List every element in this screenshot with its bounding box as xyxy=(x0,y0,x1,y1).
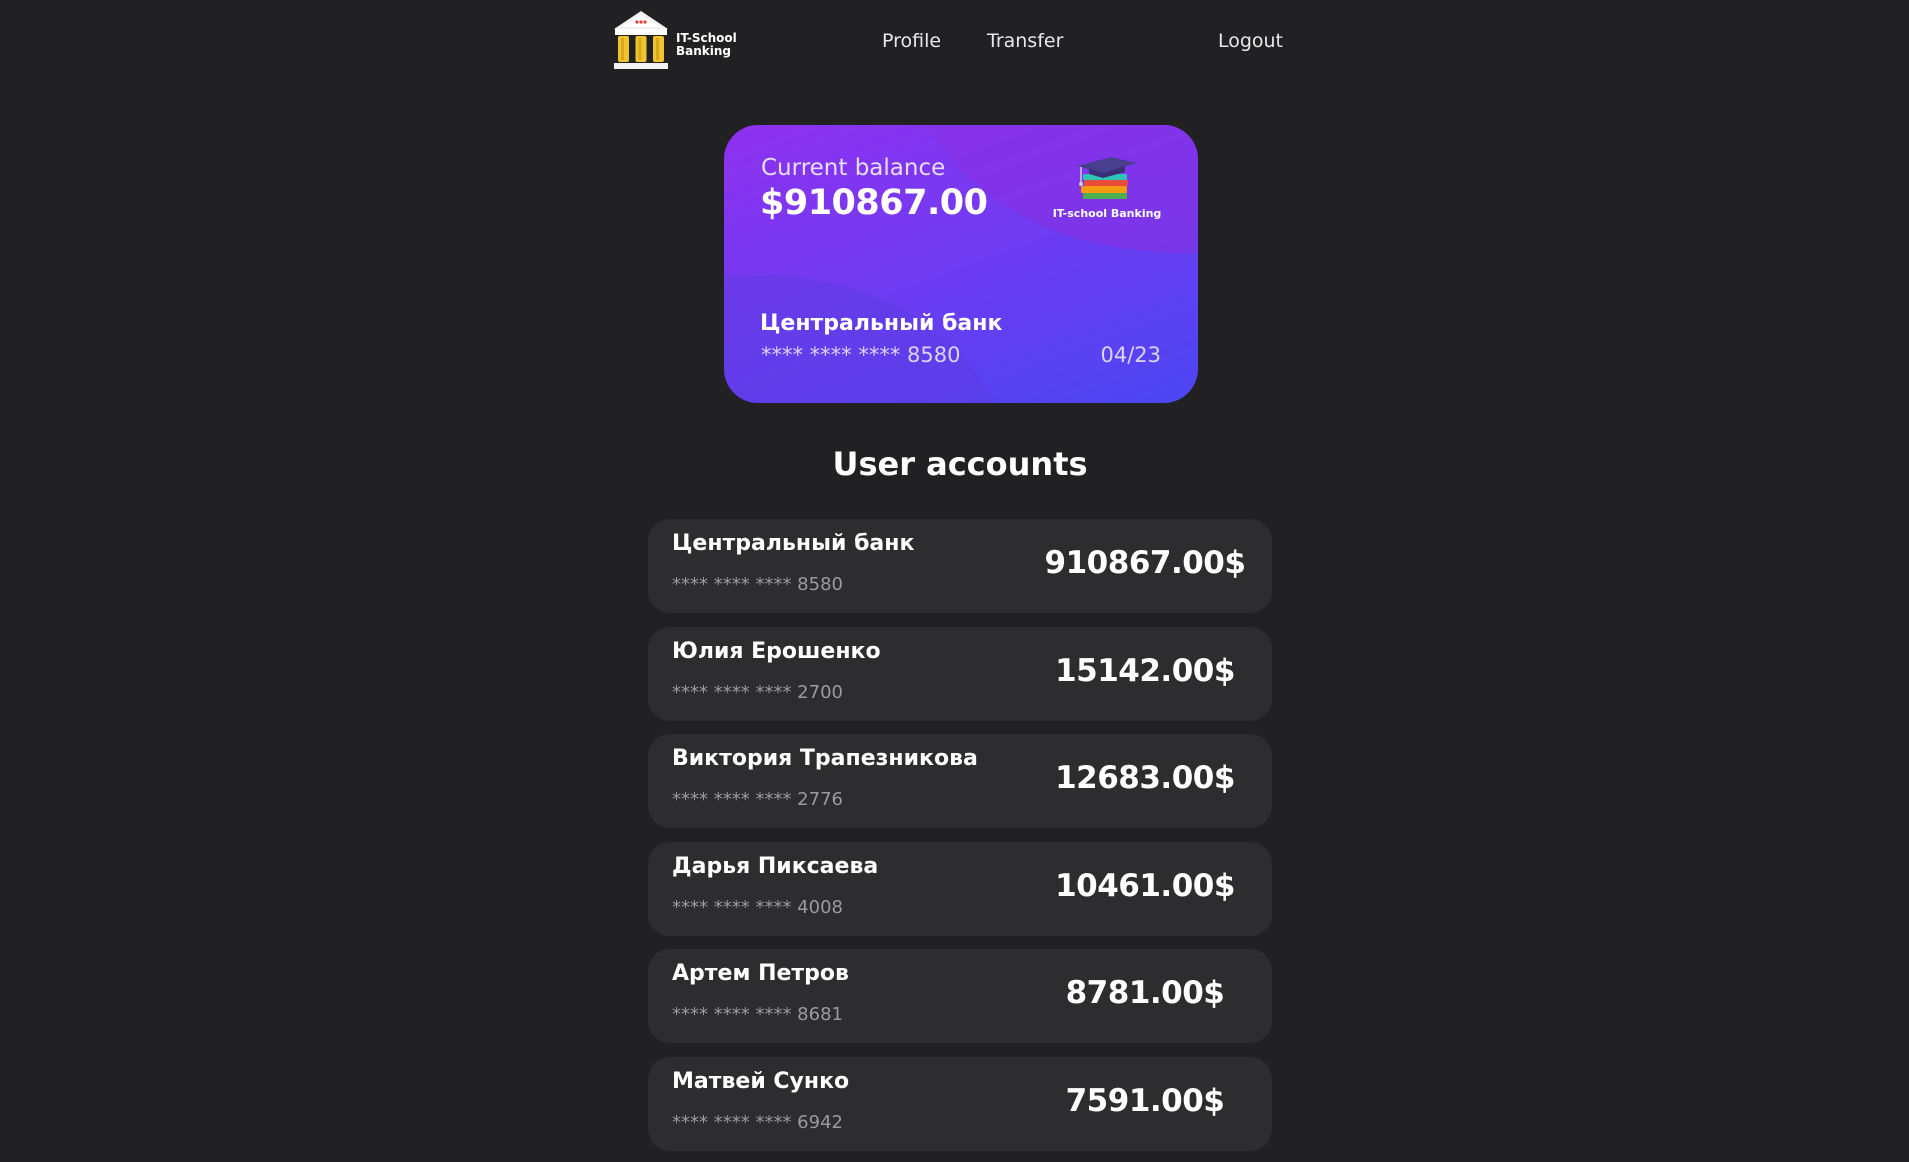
graduation-cap-books-icon xyxy=(1077,157,1137,199)
logo-line-2: Banking xyxy=(676,44,732,58)
account-row[interactable]: Центральный банк **** **** **** 8580 910… xyxy=(648,519,1272,613)
card-brand-label: IT-school Banking xyxy=(1052,207,1162,220)
account-row[interactable]: Юлия Ерошенко **** **** **** 2700 15142.… xyxy=(648,626,1272,721)
logo-text: IT-School Banking xyxy=(676,32,737,58)
card-expiry: 04/23 xyxy=(1100,343,1161,367)
account-balance: 910867.00$ xyxy=(1044,545,1246,581)
accounts-title: User accounts xyxy=(832,445,1088,483)
account-balance: 12683.00$ xyxy=(1055,760,1235,796)
account-name: Юлия Ерошенко xyxy=(672,638,881,664)
account-name: Матвей Сунко xyxy=(672,1068,850,1094)
account-row[interactable]: Матвей Сунко **** **** **** 6942 7591.00… xyxy=(648,1056,1272,1151)
nav-transfer-link[interactable]: Transfer xyxy=(987,30,1063,52)
accounts-list: Центральный банк **** **** **** 8580 910… xyxy=(648,519,1272,1162)
account-row[interactable]: Виктория Трапезникова **** **** **** 277… xyxy=(648,734,1272,828)
balance-card: Current balance $910867.00 IT-school Ban… xyxy=(724,125,1198,403)
page: IT-School Banking Profile Transfer Logou… xyxy=(0,0,1909,1162)
account-name: Центральный банк xyxy=(672,531,915,556)
account-row[interactable]: Артем Петров **** **** **** 8681 8781.00… xyxy=(648,949,1272,1043)
account-number: **** **** **** 8681 xyxy=(672,1004,843,1025)
account-name: Виктория Трапезникова xyxy=(672,746,978,771)
logo[interactable]: IT-School Banking xyxy=(612,8,737,74)
account-balance: 7591.00$ xyxy=(1065,1082,1225,1119)
account-name: Артем Петров xyxy=(672,961,849,986)
account-row[interactable]: Дарья Пиксаева **** **** **** 4008 10461… xyxy=(648,841,1272,936)
logout-link[interactable]: Logout xyxy=(1218,30,1283,52)
card-brand: IT-school Banking xyxy=(1052,155,1162,220)
account-balance: 15142.00$ xyxy=(1055,652,1235,689)
balance-value: $910867.00 xyxy=(760,183,988,223)
account-number: **** **** **** 8580 xyxy=(672,574,843,595)
balance-label: Current balance xyxy=(761,155,946,181)
card-owner: Центральный банк xyxy=(760,311,1003,336)
card-number: **** **** **** 8580 xyxy=(761,343,961,367)
account-name: Дарья Пиксаева xyxy=(672,853,879,879)
account-number: **** **** **** 2776 xyxy=(672,789,843,810)
bank-building-icon xyxy=(614,11,668,69)
account-number: **** **** **** 2700 xyxy=(672,681,843,703)
account-number: **** **** **** 6942 xyxy=(672,1111,843,1133)
top-nav: IT-School Banking Profile Transfer Logou… xyxy=(612,8,1292,74)
accounts-title-wrap: User accounts xyxy=(0,445,1909,495)
account-number: **** **** **** 4008 xyxy=(672,896,843,918)
account-balance: 8781.00$ xyxy=(1065,975,1225,1011)
account-balance: 10461.00$ xyxy=(1055,867,1235,904)
nav-profile-link[interactable]: Profile xyxy=(882,30,941,52)
